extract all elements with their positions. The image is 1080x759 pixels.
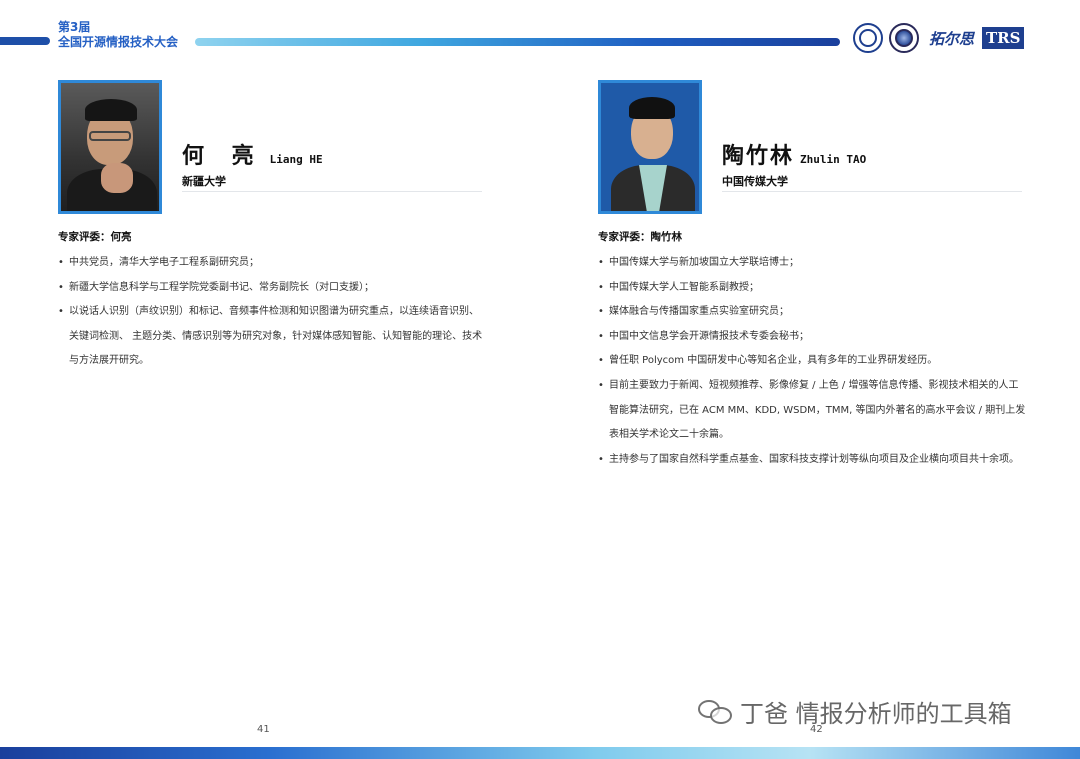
bullet-icon: • (598, 379, 604, 391)
bullet-icon: • (58, 306, 64, 318)
affiliation: 新疆大学 (182, 175, 226, 188)
list-item: • 中国传媒大学与新加坡国立大学联培博士； (598, 251, 1028, 276)
list-item: • 中共党员，清华大学电子工程系副研究员； (58, 251, 488, 276)
bullet-icon: • (598, 306, 604, 318)
list-item: • 主持参与了国家自然科学重点基金、国家科技支撑计划等纵向项目及企业横向项目共十余… (598, 448, 1028, 473)
list-item: • 中国中文信息学会开源情报技术专委会秘书； (598, 325, 1028, 350)
profile-photo (58, 80, 162, 214)
page-number-left: 41 (257, 724, 270, 735)
bullet-icon: • (598, 355, 604, 367)
divider (722, 191, 1022, 192)
expert-label: 专家评委：陶竹林 (598, 231, 682, 243)
university-seal-icon (853, 23, 883, 53)
list-item: • 以说话人识别（声纹识别）和标记、音频事件检测和知识图谱为研究重点，以连续语音识… (58, 300, 488, 374)
watermark: 丁爸 情报分析师的工具箱 (698, 694, 1012, 729)
bullet-icon: • (598, 453, 604, 465)
affiliation: 中国传媒大学 (722, 175, 788, 188)
list-item: • 中国传媒大学人工智能系副教授； (598, 276, 1028, 301)
watermark-text: 丁爸 情报分析师的工具箱 (740, 700, 1012, 728)
bio-list: • 中共党员，清华大学电子工程系副研究员； • 新疆大学信息科学与工程学院党委副书记… (58, 251, 488, 374)
wechat-icon (698, 698, 734, 726)
name-chinese: 何 亮 (182, 144, 264, 169)
bullet-icon: • (598, 330, 604, 342)
name-chinese: 陶竹林 (722, 144, 795, 169)
header-logos: 拓尔思 TRS (853, 22, 1025, 54)
bullet-icon: • (598, 257, 604, 268)
list-item: • 媒体融合与传播国家重点实验室研究员； (598, 300, 1028, 325)
list-item: • 目前主要致力于新闻、短视频推荐、影像修复 / 上色 / 增强等信息传播、影视技… (598, 374, 1028, 448)
divider (182, 191, 482, 192)
footer-gradient-bar (0, 747, 1080, 759)
header-gradient-bar (195, 38, 840, 46)
bullet-icon: • (58, 281, 64, 293)
list-item: • 新疆大学信息科学与工程学院党委副书记、常务副院长（对口支援）； (58, 276, 488, 301)
bio-list: • 中国传媒大学与新加坡国立大学联培博士； • 中国传媒大学人工智能系副教授； • 媒… (598, 251, 1028, 472)
name-row: 陶竹林 Zhulin TAO (722, 138, 866, 170)
trs-logo-text: 拓尔思 (929, 29, 975, 48)
school-emblem-icon (889, 23, 919, 53)
trs-logo-icon: TRS (982, 27, 1025, 49)
conference-edition: 第3届 (58, 20, 91, 34)
header-accent-bar (0, 37, 50, 45)
name-english: Liang HE (269, 153, 323, 166)
conference-name: 全国开源情报技术大会 (58, 35, 179, 49)
name-english: Zhulin TAO (800, 153, 867, 166)
bullet-icon: • (58, 257, 64, 268)
list-item: • 曾任职 Polycom 中国研发中心等知名企业，具有多年的工业界研发经历。 (598, 349, 1028, 374)
name-row: 何 亮 Liang HE (182, 138, 323, 170)
conference-title: 第3届 全国开源情报技术大会 (58, 20, 178, 50)
profile-photo (598, 80, 702, 214)
bullet-icon: • (598, 281, 604, 293)
expert-label: 专家评委：何亮 (58, 231, 132, 243)
